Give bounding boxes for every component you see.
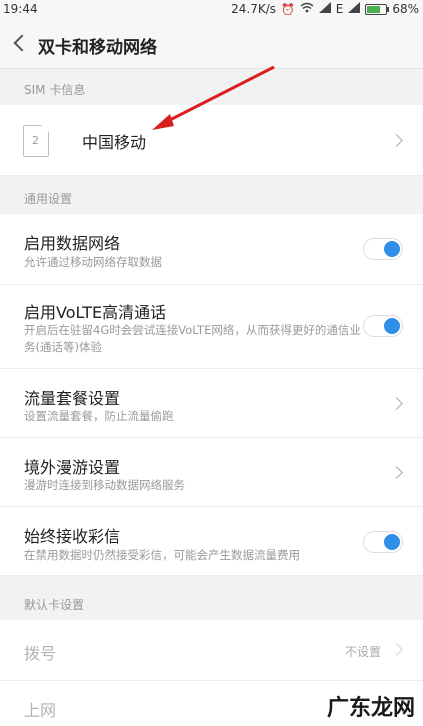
section-header-label: 通用设置 xyxy=(24,192,73,206)
chevron-right-icon xyxy=(390,466,403,479)
row-title: 启用数据网络 xyxy=(24,234,121,253)
row-subtitle: 开启后在驻留4G时会尝试连接VoLTE网络，从而获得更好的通信业务(通话等)体验 xyxy=(24,323,361,354)
alarm-icon: ⏰ xyxy=(281,2,295,16)
section-header-general: 通用设置 xyxy=(0,178,423,214)
status-bar: 19:44 24.7K/s ⏰ E 68% xyxy=(0,0,423,20)
signal-2-icon xyxy=(348,2,361,16)
chevron-right-icon xyxy=(390,134,403,147)
network-speed: 24.7K/s xyxy=(231,2,277,16)
sim-card-row[interactable]: 2 中国移动 xyxy=(0,105,423,176)
row-value: 不设置 xyxy=(344,645,381,659)
signal-icon xyxy=(318,2,331,16)
back-arrow-icon[interactable] xyxy=(10,31,30,55)
toggle-knob xyxy=(384,318,400,334)
sim-card-icon: 2 xyxy=(23,125,49,157)
toggle-knob xyxy=(384,241,400,257)
chevron-right-icon xyxy=(390,643,403,656)
data-network-toggle[interactable] xyxy=(363,238,403,260)
row-subtitle: 设置流量套餐，防止流量偷跑 xyxy=(24,409,174,423)
page-title: 双卡和移动网络 xyxy=(38,38,157,58)
row-title: 上网 xyxy=(24,701,57,720)
row-title: 拨号 xyxy=(24,644,57,663)
roaming-row[interactable]: 境外漫游设置 漫游时连接到移动数据网络服务 xyxy=(0,438,423,507)
sim-slot-number: 2 xyxy=(32,134,39,147)
data-plan-row[interactable]: 流量套餐设置 设置流量套餐，防止流量偷跑 xyxy=(0,369,423,438)
row-subtitle: 允许通过移动网络存取数据 xyxy=(24,255,162,269)
mms-row[interactable]: 始终接收彩信 在禁用数据时仍然接受彩信，可能会产生数据流量费用 xyxy=(0,507,423,576)
dial-default-row[interactable]: 拨号 不设置 xyxy=(0,620,423,681)
carrier-name: 中国移动 xyxy=(82,133,147,152)
section-header-label: 默认卡设置 xyxy=(24,598,85,612)
network-type: E xyxy=(335,2,344,16)
volte-toggle[interactable] xyxy=(363,315,403,337)
mms-toggle[interactable] xyxy=(363,531,403,553)
watermark: 广东龙网 xyxy=(326,696,415,721)
row-subtitle: 在禁用数据时仍然接受彩信，可能会产生数据流量费用 xyxy=(24,548,300,562)
row-title: 境外漫游设置 xyxy=(24,458,121,477)
section-header-label: SIM 卡信息 xyxy=(24,83,86,97)
battery-percent: 68% xyxy=(392,2,419,16)
status-icons: 24.7K/s ⏰ E 68% xyxy=(231,2,419,16)
section-header-default: 默认卡设置 xyxy=(0,584,423,620)
enable-data-network-row[interactable]: 启用数据网络 允许通过移动网络存取数据 xyxy=(0,214,423,285)
battery-icon xyxy=(365,3,390,15)
title-bar: 双卡和移动网络 xyxy=(0,20,423,69)
section-header-sim: SIM 卡信息 xyxy=(0,69,423,105)
volte-row[interactable]: 启用VoLTE高清通话 开启后在驻留4G时会尝试连接VoLTE网络，从而获得更好… xyxy=(0,285,423,369)
battery-fill xyxy=(367,5,380,13)
row-title: 始终接收彩信 xyxy=(24,527,121,546)
row-title: 流量套餐设置 xyxy=(24,389,121,408)
row-title: 启用VoLTE高清通话 xyxy=(24,303,167,322)
chevron-right-icon xyxy=(390,397,403,410)
toggle-knob xyxy=(384,534,400,550)
row-subtitle: 漫游时连接到移动数据网络服务 xyxy=(24,478,185,492)
wifi-icon xyxy=(300,2,314,16)
clock: 19:44 xyxy=(3,2,38,16)
